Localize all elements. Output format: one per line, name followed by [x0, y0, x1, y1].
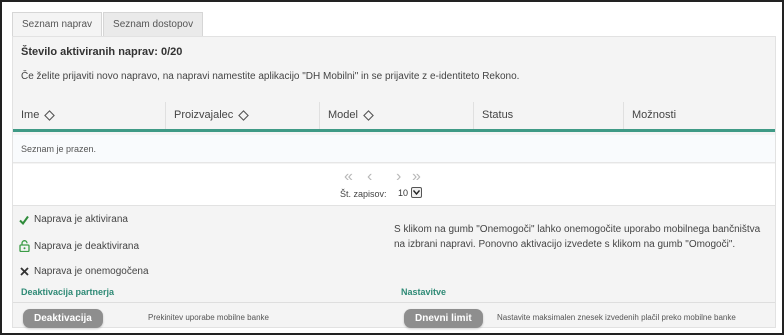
legend-label: Naprava je onemogočena [34, 266, 149, 277]
unlock-icon [18, 240, 30, 252]
daily-limit-description: Nastavite maksimalen znesek izvedenih pl… [497, 313, 736, 322]
column-label: Proizvajalec [174, 109, 234, 121]
column-header-options: Možnosti [624, 102, 775, 129]
window-frame: Seznam naprav Seznam dostopov Število ak… [0, 0, 784, 335]
device-count: Število aktiviranih naprav: 0/20 [21, 46, 183, 58]
empty-list-message: Seznam je prazen. [13, 135, 775, 163]
tab-access-list[interactable]: Seznam dostopov [103, 12, 204, 36]
column-header-manufacturer[interactable]: Proizvajalec [166, 102, 320, 129]
column-label: Možnosti [632, 109, 677, 121]
devices-panel: Število aktiviranih naprav: 0/20 Če želi… [12, 36, 776, 328]
legend-disabled: Naprava je onemogočena [18, 266, 149, 277]
legend-note: S klikom na gumb "Onemogoči" lahko onemo… [394, 224, 761, 250]
column-header-model[interactable]: Model [320, 102, 474, 129]
legend-label: Naprava je deaktivirana [34, 240, 140, 252]
tab-bar: Seznam naprav Seznam dostopov [12, 12, 204, 36]
sort-icon [363, 110, 374, 121]
info-text: Če želite prijaviti novo napravo, na nap… [21, 71, 520, 82]
checkmark-icon [18, 215, 30, 225]
section-title-deactivation: Deaktivacija partnerja [21, 287, 115, 297]
column-label: Model [328, 109, 358, 121]
last-page-button[interactable]: » [412, 168, 421, 186]
legend-label: Naprava je aktivirana [34, 214, 128, 225]
next-page-button[interactable]: › [396, 168, 401, 186]
deactivation-description: Prekinitev uporabe mobilne banke [148, 313, 269, 322]
legend-activated: Naprava je aktivirana [18, 214, 128, 225]
column-header-status: Status [474, 102, 624, 129]
sort-icon [44, 110, 56, 121]
divider [13, 302, 775, 303]
per-page-select[interactable]: 10 [395, 185, 425, 200]
daily-limit-button[interactable]: Dnevni limit [404, 309, 483, 328]
legend-deactivated: Naprava je deaktivirana [18, 240, 139, 252]
cross-icon [18, 267, 30, 276]
previous-page-button[interactable]: ‹ [367, 168, 372, 186]
pagination: « ‹ › » Št. zapisov: 10 [13, 164, 775, 206]
deactivation-button[interactable]: Deaktivacija [23, 309, 103, 328]
column-header-name[interactable]: Ime [13, 102, 166, 129]
per-page-label: Št. zapisov: [340, 189, 387, 199]
column-label: Status [482, 109, 514, 121]
tab-device-list[interactable]: Seznam naprav [12, 12, 103, 36]
table-header: Ime Proizvajalec Model Status Možnosti [13, 102, 775, 132]
per-page-value: 10 [398, 187, 409, 198]
chevron-down-icon [411, 187, 422, 198]
column-label: Ime [21, 109, 40, 121]
section-title-settings: Nastavitve [401, 287, 447, 297]
sort-icon [238, 110, 250, 121]
first-page-button[interactable]: « [344, 168, 353, 186]
